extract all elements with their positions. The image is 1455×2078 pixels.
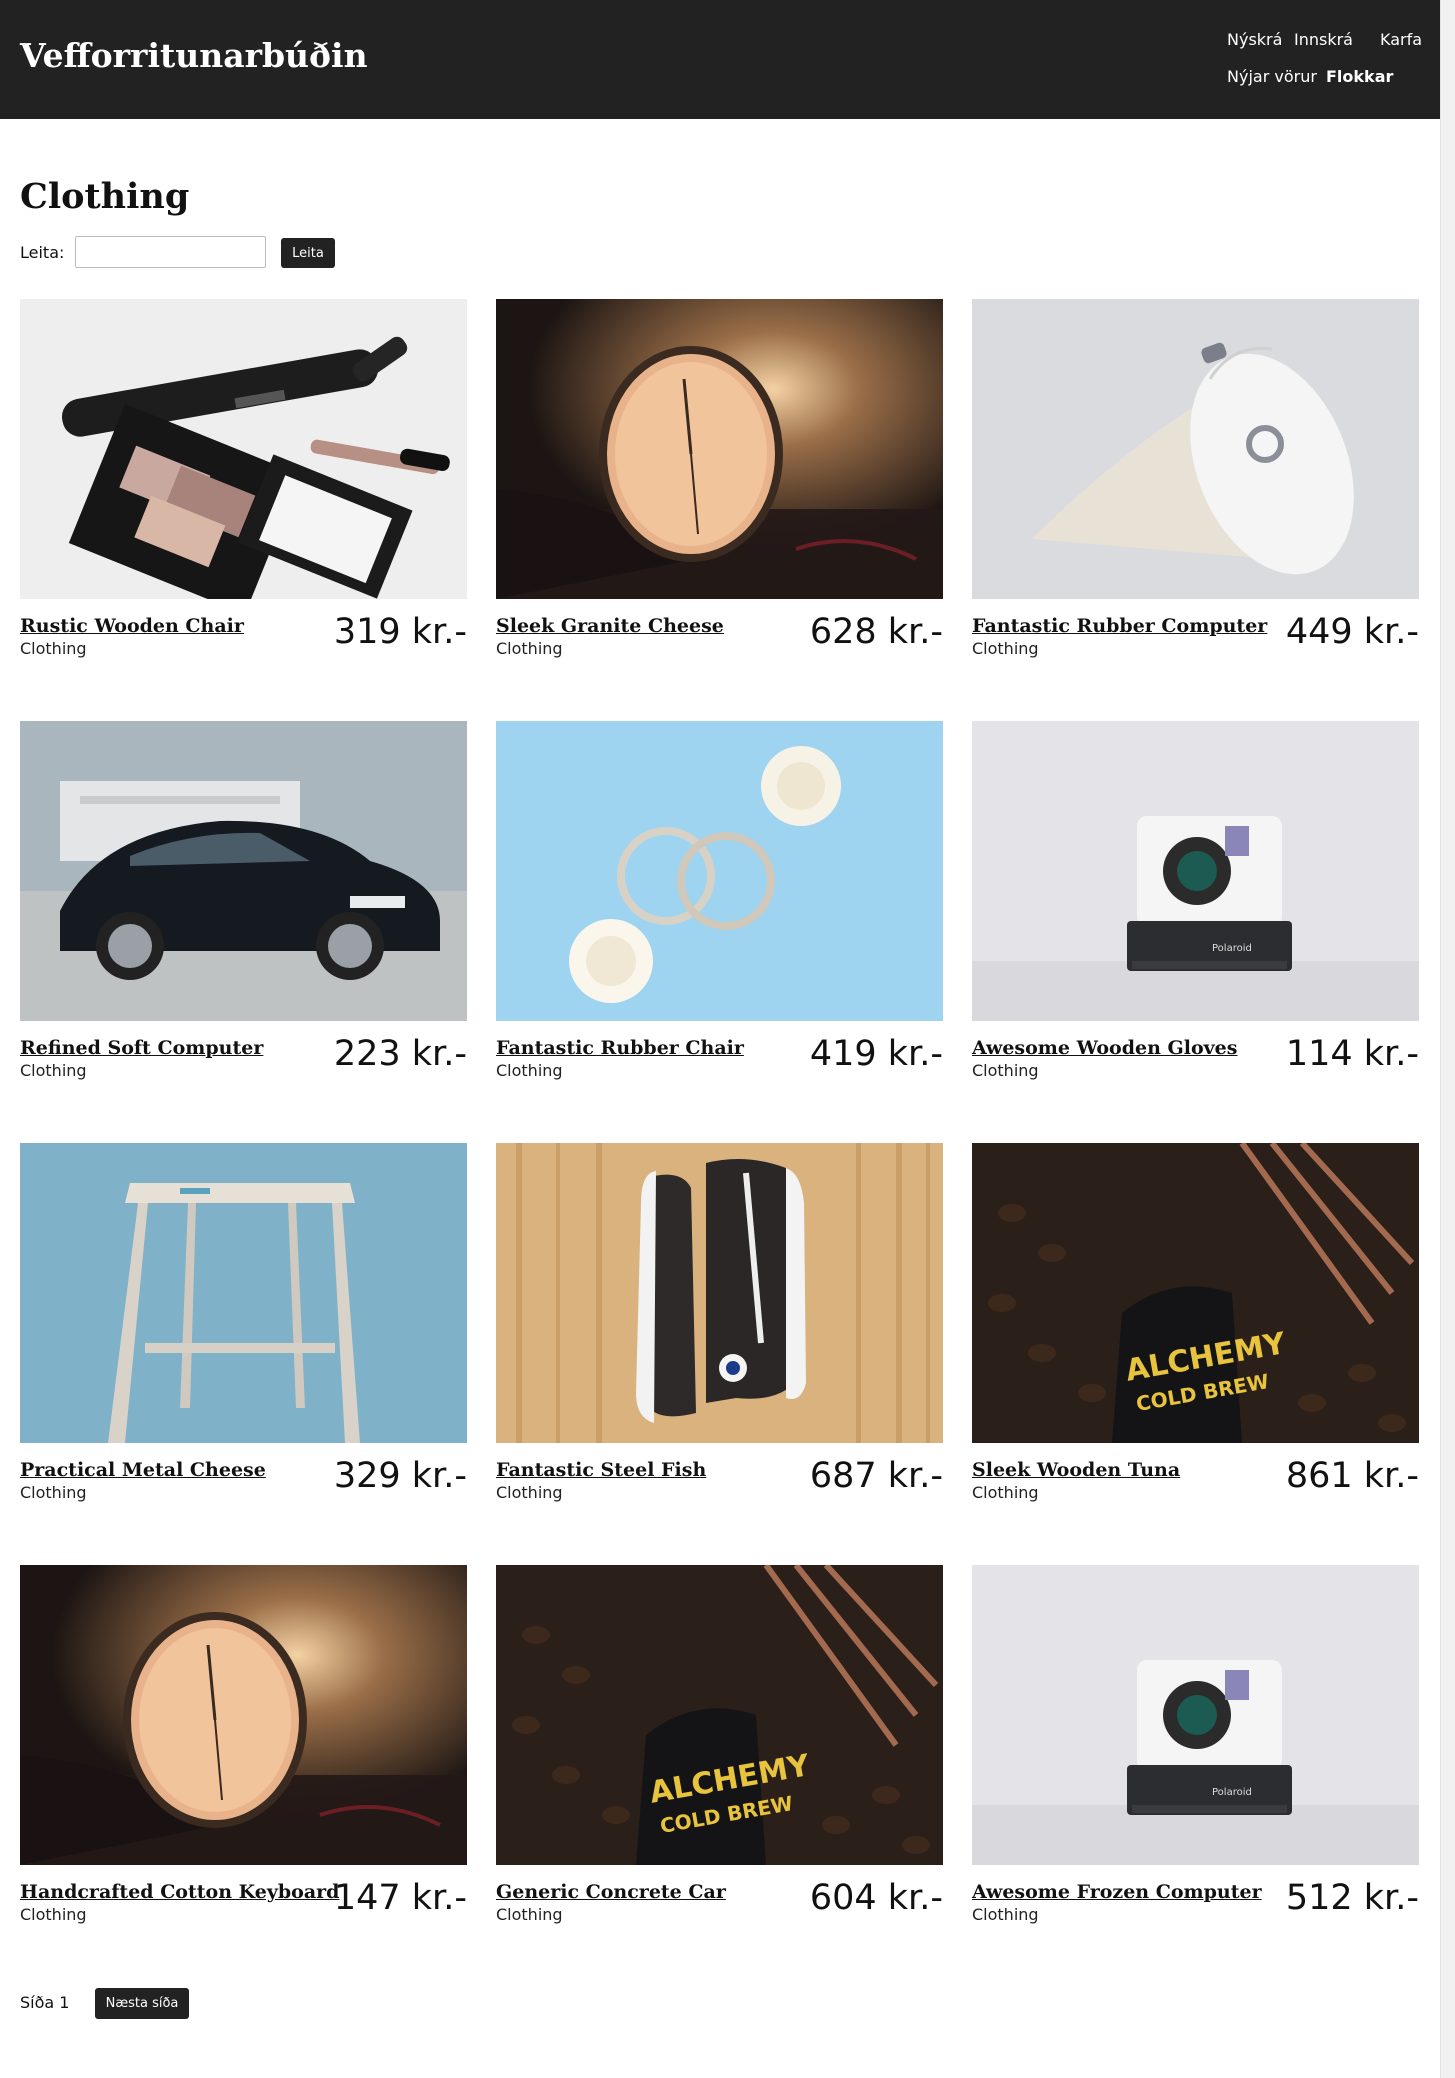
nav-cart-link[interactable]: Karfa xyxy=(1380,30,1422,49)
product-name-link[interactable]: Sleek Granite Cheese xyxy=(496,615,724,637)
product-category: Clothing xyxy=(972,1905,1039,1924)
product-card[interactable]: ALCHEMY COLD BREW Generic Concrete Car Cl… xyxy=(496,1565,943,1924)
instant-camera-photo[interactable]: Polaroid xyxy=(972,721,1419,1021)
wristwatch-photo[interactable] xyxy=(20,1565,467,1865)
white-mouse-photo[interactable] xyxy=(972,299,1419,599)
product-card[interactable]: Polaroid Awesome Wooden Gloves Clothing 11… xyxy=(972,721,1419,1080)
product-card[interactable]: Fantastic Rubber Chair Clothing 419 kr.- xyxy=(496,721,943,1080)
site-header: Vefforritunarbúðin Nýskrá Innskrá Karfa … xyxy=(0,0,1440,119)
product-price: 512 kr.- xyxy=(1285,1878,1419,1918)
next-page-button[interactable]: Næsta síða xyxy=(95,1988,189,2019)
black-car-photo[interactable] xyxy=(20,721,467,1021)
nav-signup-link[interactable]: Nýskrá xyxy=(1227,30,1282,49)
coffee-beans-photo[interactable]: ALCHEMY COLD BREW xyxy=(496,1565,943,1865)
product-card[interactable]: Practical Metal Cheese Clothing 329 kr.- xyxy=(20,1143,467,1502)
product-card[interactable]: Polaroid Awesome Frozen Computer Clothing… xyxy=(972,1565,1419,1924)
product-card[interactable]: Fantastic Steel Fish Clothing 687 kr.- xyxy=(496,1143,943,1502)
product-name-link[interactable]: Fantastic Rubber Computer xyxy=(972,615,1267,637)
product-card[interactable]: Fantastic Rubber Computer Clothing 449 kr.… xyxy=(972,299,1419,658)
wooden-stool-photo[interactable] xyxy=(20,1143,467,1443)
product-price: 419 kr.- xyxy=(809,1034,943,1074)
hair-straightener-makeup-photo[interactable] xyxy=(20,299,467,599)
product-category: Clothing xyxy=(20,1483,87,1502)
nav-categories-link[interactable]: Flokkar xyxy=(1326,67,1393,86)
product-name-link[interactable]: Practical Metal Cheese xyxy=(20,1459,266,1481)
product-grid: Rustic Wooden Chair Clothing 319 kr.- Slee… xyxy=(20,299,1420,1924)
nav-new-products-link[interactable]: Nýjar vörur xyxy=(1227,67,1317,86)
product-price: 861 kr.- xyxy=(1285,1456,1419,1496)
sneaker-photo[interactable] xyxy=(496,1143,943,1443)
product-card[interactable]: ALCHEMY COLD BREW Sleek Wooden Tuna Cloth… xyxy=(972,1143,1419,1502)
product-category: Clothing xyxy=(496,1483,563,1502)
product-price: 223 kr.- xyxy=(333,1034,467,1074)
product-name-link[interactable]: Fantastic Rubber Chair xyxy=(496,1037,744,1059)
product-price: 687 kr.- xyxy=(809,1456,943,1496)
product-category: Clothing xyxy=(496,639,563,658)
page-title: Clothing xyxy=(20,176,190,217)
product-name-link[interactable]: Refined Soft Computer xyxy=(20,1037,263,1059)
coffee-beans-photo[interactable]: ALCHEMY COLD BREW xyxy=(972,1143,1419,1443)
product-name-link[interactable]: Handcrafted Cotton Keyboard xyxy=(20,1881,339,1903)
nav-login-link[interactable]: Innskrá xyxy=(1294,30,1353,49)
product-category: Clothing xyxy=(496,1061,563,1080)
product-price: 604 kr.- xyxy=(809,1878,943,1918)
hoop-earrings-photo[interactable] xyxy=(496,721,943,1021)
search-button[interactable]: Leita xyxy=(281,238,335,268)
camera-label-text: Polaroid xyxy=(1212,943,1252,954)
wristwatch-photo[interactable] xyxy=(496,299,943,599)
product-card[interactable]: Rustic Wooden Chair Clothing 319 kr.- xyxy=(20,299,467,658)
product-price: 329 kr.- xyxy=(333,1456,467,1496)
site-logo-link[interactable]: Vefforritunarbúðin xyxy=(20,36,368,75)
product-name-link[interactable]: Awesome Wooden Gloves xyxy=(972,1037,1237,1059)
product-name-link[interactable]: Sleek Wooden Tuna xyxy=(972,1459,1180,1481)
product-category: Clothing xyxy=(20,1905,87,1924)
product-category: Clothing xyxy=(20,1061,87,1080)
product-price: 628 kr.- xyxy=(809,612,943,652)
instant-camera-photo[interactable]: Polaroid xyxy=(972,1565,1419,1865)
search-label: Leita: xyxy=(20,243,65,262)
search-input[interactable] xyxy=(75,236,266,268)
product-name-link[interactable]: Fantastic Steel Fish xyxy=(496,1459,706,1481)
product-price: 449 kr.- xyxy=(1285,612,1419,652)
product-name-link[interactable]: Rustic Wooden Chair xyxy=(20,615,244,637)
product-card[interactable]: Sleek Granite Cheese Clothing 628 kr.- xyxy=(496,299,943,658)
product-category: Clothing xyxy=(972,1483,1039,1502)
product-category: Clothing xyxy=(496,1905,563,1924)
product-price: 319 kr.- xyxy=(333,612,467,652)
product-name-link[interactable]: Awesome Frozen Computer xyxy=(972,1881,1262,1903)
product-price: 114 kr.- xyxy=(1285,1034,1419,1074)
product-category: Clothing xyxy=(972,639,1039,658)
product-name-link[interactable]: Generic Concrete Car xyxy=(496,1881,726,1903)
pagination-label: Síða 1 xyxy=(20,1993,70,2012)
product-category: Clothing xyxy=(972,1061,1039,1080)
camera-label-text: Polaroid xyxy=(1212,1787,1252,1798)
product-category: Clothing xyxy=(20,639,87,658)
product-card[interactable]: Refined Soft Computer Clothing 223 kr.- xyxy=(20,721,467,1080)
product-price: 147 kr.- xyxy=(333,1878,467,1918)
vertical-scrollbar[interactable] xyxy=(1440,0,1455,2078)
product-card[interactable]: Handcrafted Cotton Keyboard Clothing 147 k… xyxy=(20,1565,467,1924)
